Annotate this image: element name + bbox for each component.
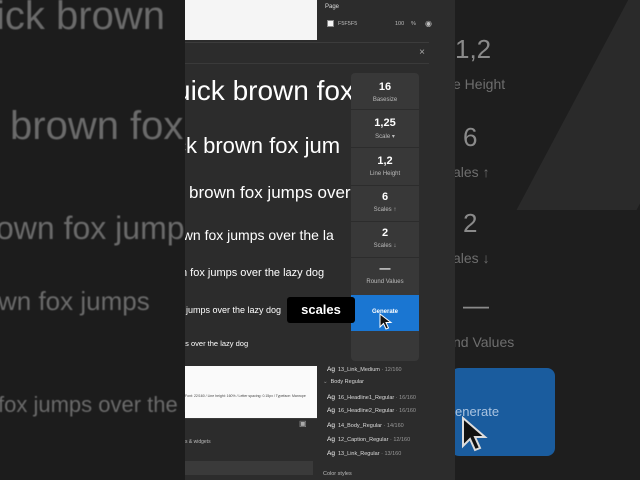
style-meta: · 16/160	[395, 408, 416, 414]
style-ag-icon: Ag	[327, 366, 335, 373]
text-style-item[interactable]: Ag 12_Caption_Regular · 12/160	[327, 436, 410, 443]
scales-down-control[interactable]: 2 Scales ↓	[351, 227, 419, 249]
round-values-control[interactable]: — Round Values	[351, 263, 419, 285]
type-sample-6: x jumps over the lazy dog	[185, 305, 282, 315]
style-name: 16_Headline1_Regular	[337, 395, 395, 401]
text-style-item[interactable]: Ag 13_Link_Regular · 13/160	[327, 450, 401, 457]
control-divider	[351, 185, 419, 186]
assets-search-bar[interactable]	[185, 461, 313, 475]
ghost-value-1: 1,2	[455, 34, 492, 64]
eye-icon[interactable]: ◉	[425, 19, 432, 28]
style-ag-icon: Ag	[327, 450, 335, 457]
mouse-cursor-icon	[379, 313, 393, 330]
ghost-cursor-icon	[462, 416, 488, 452]
style-meta: · 13/160	[381, 451, 402, 457]
text-style-item[interactable]: Ag 13_Link_Medium · 12/160	[327, 366, 402, 373]
control-divider	[351, 147, 419, 148]
image-icon[interactable]: ▣	[299, 419, 307, 428]
assets-label: s & widgets	[185, 439, 211, 445]
page-fill-row[interactable]: F5F5F5 100 % ◉	[325, 18, 451, 30]
scales-down-value[interactable]: 2	[351, 227, 419, 239]
page-color-hex[interactable]: F5F5F5	[338, 21, 357, 27]
text-style-item[interactable]: Ag 16_Headline1_Regular · 16/160	[327, 394, 416, 401]
scale-value[interactable]: 1,25	[351, 117, 419, 129]
scales-up-control[interactable]: 6 Scales ↑	[351, 191, 419, 213]
page-opacity[interactable]: 100	[395, 21, 404, 27]
style-group-body-regular[interactable]: ⌄ Body Regular	[323, 379, 364, 385]
page-color-swatch[interactable]	[327, 20, 334, 27]
scales-up-value[interactable]: 6	[351, 191, 419, 203]
style-name: 12_Caption_Regular	[337, 437, 389, 443]
style-meta: · 16/160	[395, 395, 416, 401]
basesize-control[interactable]: 16 Basesize	[351, 81, 419, 103]
style-name: 13_Link_Medium	[337, 367, 380, 373]
ghost-text-3: own fox jumps	[0, 210, 185, 246]
ghost-text-2: brown fox	[10, 104, 184, 148]
color-styles-title: Color styles	[323, 471, 352, 477]
ghost-label-1: e Height	[455, 76, 506, 92]
ghost-text-1: ick brown	[0, 0, 165, 38]
control-divider	[351, 257, 419, 258]
type-sample-2: ck brown fox jum	[185, 133, 341, 158]
background-left: ick brown brown fox own fox jumps wn fox…	[0, 0, 185, 480]
chevron-down-icon: ⌄	[323, 379, 328, 385]
plugin-header-divider	[185, 63, 429, 64]
type-sample-1: uick brown fox	[185, 75, 354, 106]
line-height-value[interactable]: 1,2	[351, 155, 419, 167]
style-name: 16_Headline2_Regular	[337, 408, 395, 414]
canvas-document: Font: 22/160 / Line height: 160% / Lette…	[185, 366, 317, 418]
close-icon[interactable]: ×	[419, 47, 425, 58]
group-title: Body Regular	[330, 379, 364, 385]
type-sample-3: brown fox jumps over	[189, 183, 351, 202]
style-meta: · 12/160	[381, 367, 402, 373]
type-sample-7: ps over the lazy dog	[185, 339, 249, 348]
figma-app: Page F5F5F5 100 % ◉ × uick brown fox ck …	[185, 0, 455, 480]
scale-control[interactable]: 1,25 Scale ▾	[351, 117, 419, 140]
style-meta: · 14/160	[383, 423, 404, 429]
ghost-label-3: ales ↓	[455, 250, 490, 266]
percent-sign: %	[411, 21, 416, 27]
page-section-title: Page	[325, 4, 340, 10]
style-meta: · 12/160	[389, 437, 411, 443]
caption-badge: scales	[287, 297, 355, 323]
control-divider	[351, 109, 419, 110]
ghost-label-2: ales ↑	[455, 164, 490, 180]
type-sample-5: n fox jumps over the lazy dog	[185, 267, 325, 279]
assets-panel: ▣ s & widgets	[185, 418, 317, 480]
line-height-label: Line Height	[369, 171, 401, 177]
text-styles-list: Ag 13_Link_Medium · 12/160 ⌄ Body Regular …	[317, 364, 455, 480]
style-name: 13_Link_Regular	[337, 451, 380, 457]
ghost-value-2: 6	[463, 122, 478, 152]
style-ag-icon: Ag	[327, 422, 335, 429]
scales-down-label: Scales ↓	[373, 243, 397, 249]
background-right: 1,2 e Height 6 ales ↑ 2 ales ↓ — nd Valu…	[455, 0, 640, 480]
text-style-item[interactable]: Ag 14_Body_Regular · 14/160	[327, 422, 404, 429]
scale-label[interactable]: Scale ▾	[351, 133, 419, 140]
background-shape	[516, 0, 640, 210]
style-ag-icon: Ag	[327, 407, 335, 414]
basesize-value[interactable]: 16	[351, 81, 419, 93]
round-values-label: Round Values	[366, 279, 404, 285]
scales-up-label: Scales ↑	[373, 207, 397, 213]
style-ag-icon: Ag	[327, 394, 335, 401]
control-divider	[351, 221, 419, 222]
basesize-label: Basesize	[372, 97, 398, 103]
style-name: 14_Body_Regular	[337, 423, 382, 429]
ghost-text-5: fox jumps over the la	[0, 392, 185, 417]
doc-caption: Font: 22/160 / Line height: 160% / Lette…	[185, 394, 306, 398]
ghost-label-4: nd Values	[455, 334, 515, 350]
style-ag-icon: Ag	[327, 436, 335, 443]
ghost-text-4: wn fox jumps	[0, 286, 150, 316]
ghost-value-3: 2	[463, 208, 478, 238]
canvas-frame	[185, 0, 317, 40]
text-style-item[interactable]: Ag 16_Headline2_Regular · 16/160	[327, 407, 416, 414]
line-height-control[interactable]: 1,2 Line Height	[351, 155, 419, 177]
ghost-value-4: —	[463, 290, 489, 320]
round-values-value[interactable]: —	[351, 263, 419, 275]
type-sample-4: own fox jumps over the la	[185, 227, 334, 243]
